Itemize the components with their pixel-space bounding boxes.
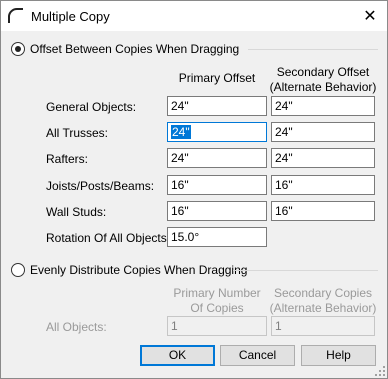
title-bar: Multiple Copy ✕ [1,1,387,31]
primary-number-header-line2: Of Copies [190,301,244,315]
wall-studs-primary-input[interactable]: 16" [167,201,267,221]
distribute-radio-label[interactable]: Evenly Distribute Copies When Dragging [30,263,247,277]
selected-text: 24" [171,125,191,139]
close-button[interactable]: ✕ [353,1,387,31]
offset-radio-label[interactable]: Offset Between Copies When Dragging [30,42,239,56]
help-button[interactable]: Help [301,345,376,366]
multiple-copy-dialog: Multiple Copy ✕ Offset Between Copies Wh… [0,0,388,379]
arc-icon [8,7,23,23]
group-divider [233,270,378,271]
secondary-offset-header-line2: (Alternate Behavior) [269,80,377,94]
offset-radio[interactable] [11,42,25,56]
close-icon: ✕ [363,8,377,25]
joists-secondary-input[interactable]: 16" [271,175,375,195]
all-trusses-secondary-input[interactable]: 24" [271,122,375,142]
distribute-radio[interactable] [11,263,25,277]
secondary-copies-header-line2: (Alternate Behavior) [269,301,377,315]
primary-offset-header: Primary Offset [178,71,256,85]
joists-primary-input[interactable]: 16" [167,175,267,195]
wall-studs-secondary-input[interactable]: 16" [271,201,375,221]
general-objects-secondary-input[interactable]: 24" [271,96,375,116]
group-divider [248,49,378,50]
general-objects-primary-input[interactable]: 24" [167,96,267,116]
all-trusses-primary-input[interactable]: 24" [167,122,267,142]
secondary-copies-header-line1: Secondary Copies [273,286,373,300]
all-trusses-label: All Trusses: [46,126,109,140]
rafters-label: Rafters: [46,152,89,166]
ok-button[interactable]: OK [140,345,215,366]
secondary-offset-header: Secondary Offset (Alternate Behavior) [268,65,378,95]
rafters-secondary-input[interactable]: 24" [271,148,375,168]
window-title: Multiple Copy [31,9,110,24]
resize-grip-icon[interactable] [375,366,385,376]
general-objects-label: General Objects: [46,100,137,114]
radio-selected-dot [15,46,21,52]
cancel-button[interactable]: Cancel [220,345,295,366]
primary-number-header: Primary Number Of Copies [163,286,271,316]
wall-studs-label: Wall Studs: [46,205,107,219]
joists-label: Joists/Posts/Beams: [46,179,155,193]
all-objects-secondary-input: 1 [271,316,375,336]
rotation-input[interactable]: 15.0° [167,227,267,247]
rotation-label: Rotation Of All Objects: [46,231,171,245]
all-objects-label: All Objects: [46,320,107,334]
secondary-copies-header: Secondary Copies (Alternate Behavior) [268,286,378,316]
rafters-primary-input[interactable]: 24" [167,148,267,168]
secondary-offset-header-line1: Secondary Offset [276,65,370,79]
primary-number-header-line1: Primary Number [173,286,261,300]
all-objects-primary-input: 1 [167,316,267,336]
